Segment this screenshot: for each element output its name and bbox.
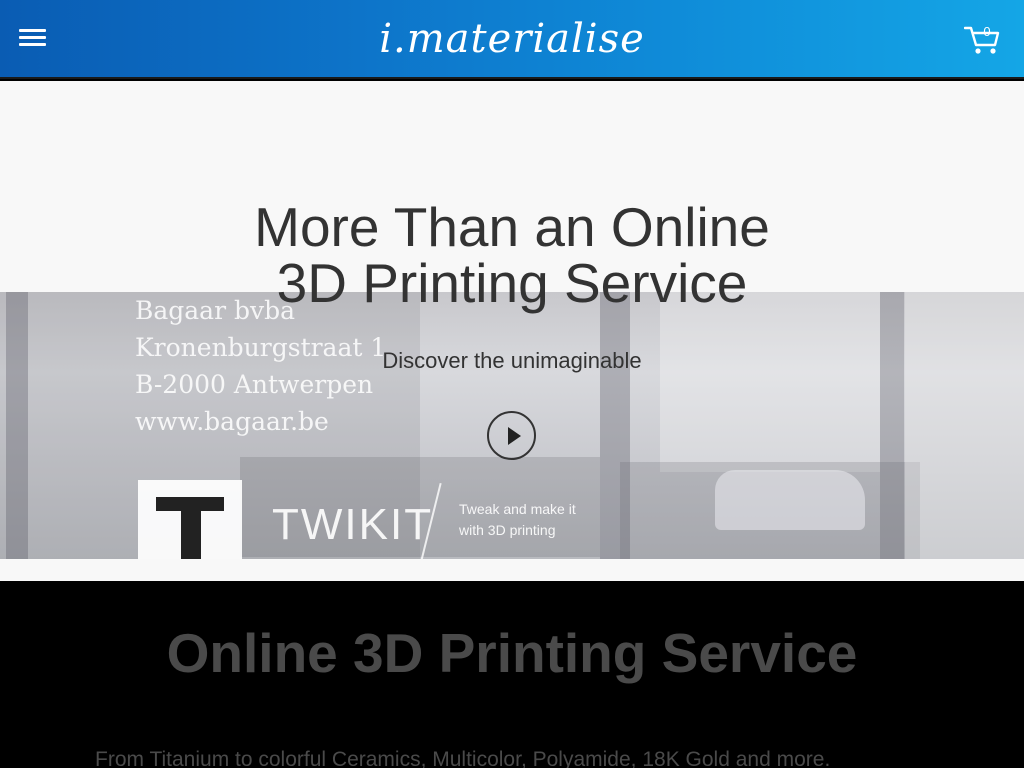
- twikit-tagline: Tweak and make it with 3D printing: [459, 499, 576, 541]
- hero-title-line: More Than an Online: [254, 196, 770, 258]
- twikit-tagline-line: Tweak and make it: [459, 501, 576, 517]
- twikit-logo-mark: [181, 511, 201, 559]
- shopping-cart-button[interactable]: 0: [964, 20, 1004, 58]
- photo-window-frame: [600, 292, 630, 559]
- photo-car: [715, 470, 865, 530]
- service-section: Online 3D Printing Service From Titanium…: [0, 581, 1024, 768]
- cart-count-badge: 0: [983, 24, 991, 39]
- photo-wall: [905, 292, 1024, 559]
- site-header: i.materialise 0: [0, 0, 1024, 79]
- section-title: Online 3D Printing Service: [166, 622, 858, 684]
- twikit-logo-mark: [156, 497, 224, 511]
- photo-building: [660, 292, 880, 472]
- photo-window-frame: [880, 292, 904, 559]
- play-icon: [508, 427, 521, 445]
- twikit-brand-word: TWIKIT: [272, 500, 434, 549]
- site-logo[interactable]: i.materialise: [362, 6, 662, 70]
- logo-text: i.materialise: [379, 16, 645, 62]
- menu-bar: [19, 43, 46, 46]
- menu-bar: [19, 29, 46, 32]
- photo-window-frame: [6, 292, 28, 559]
- glass-line: www.bagaar.be: [135, 407, 329, 436]
- hamburger-menu-icon[interactable]: [19, 27, 47, 49]
- section-description: From Titanium to colorful Ceramics, Mult…: [95, 748, 831, 768]
- hero-title: More Than an Online 3D Printing Service: [112, 199, 912, 311]
- hero-title-line: 3D Printing Service: [276, 252, 748, 314]
- twikit-tagline-line: with 3D printing: [459, 522, 556, 538]
- menu-bar: [19, 36, 46, 39]
- hero-section: Bagaar bvba Kronenburgstraat 1 B-2000 An…: [0, 81, 1024, 581]
- play-video-button[interactable]: [487, 411, 536, 460]
- hero-subtitle: Discover the unimaginable: [382, 348, 642, 373]
